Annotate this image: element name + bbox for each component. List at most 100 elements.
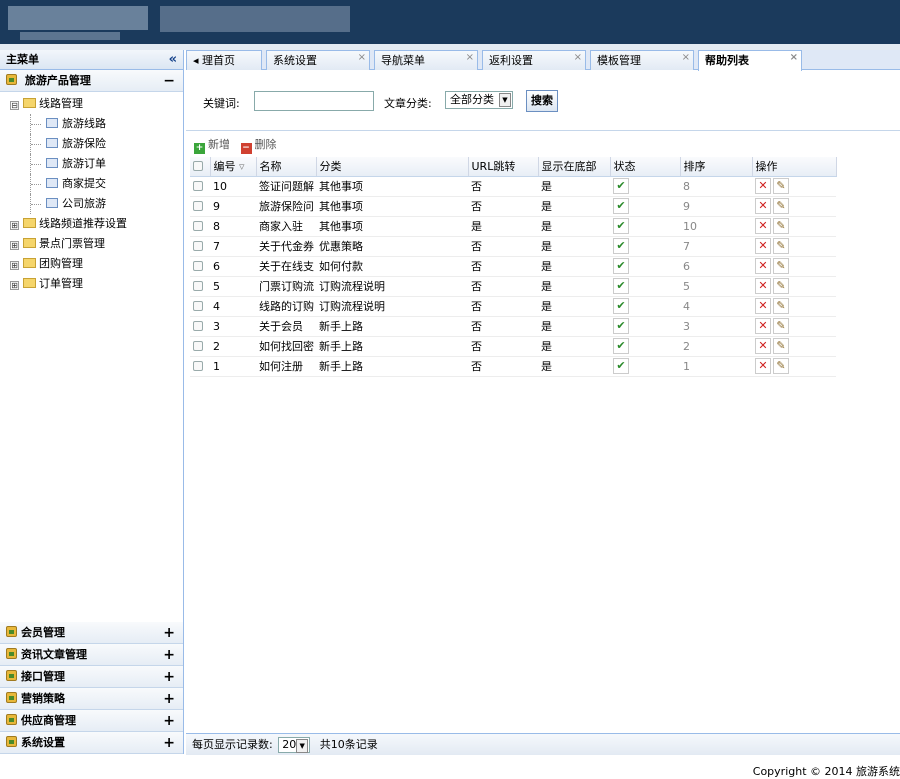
expand-group-icon[interactable]: + — [163, 622, 175, 644]
row-checkbox[interactable] — [190, 336, 210, 357]
row-checkbox[interactable] — [190, 236, 210, 257]
expand-group-icon[interactable]: + — [163, 710, 175, 732]
row-checkbox[interactable] — [190, 176, 210, 197]
status-check-icon[interactable]: ✔ — [613, 338, 629, 354]
expand-toggle-icon[interactable]: ⊟ — [10, 101, 19, 110]
tree-leaf[interactable]: 公司旅游 — [0, 194, 183, 214]
sidebar-group[interactable]: 接口管理 + — [0, 666, 183, 688]
chevron-down-icon[interactable]: ▼ — [296, 739, 309, 753]
edit-icon[interactable]: ✎ — [773, 218, 789, 234]
edit-icon[interactable]: ✎ — [773, 278, 789, 294]
row-checkbox[interactable] — [190, 196, 210, 217]
expand-toggle-icon[interactable]: ⊞ — [10, 261, 19, 270]
add-button[interactable]: + 新增 — [194, 138, 230, 154]
table-row[interactable]: 1 如何注册 新手上路否是 ✔ 1 ✕ ✎ — [190, 356, 836, 377]
col-status[interactable]: 状态 — [610, 157, 681, 177]
close-icon[interactable]: × — [358, 48, 366, 67]
expand-group-icon[interactable]: + — [163, 644, 175, 666]
delete-icon[interactable]: ✕ — [755, 298, 771, 314]
sidebar-group[interactable]: 会员管理 + — [0, 622, 183, 644]
tab-0[interactable]: ◂ 理首页 — [186, 50, 262, 70]
delete-icon[interactable]: ✕ — [755, 218, 771, 234]
tab-4[interactable]: 模板管理 × — [590, 50, 694, 70]
status-check-icon[interactable]: ✔ — [613, 318, 629, 334]
sidebar-group[interactable]: 系统设置 + — [0, 732, 183, 754]
tab-5[interactable]: 帮助列表 × — [698, 50, 802, 71]
status-check-icon[interactable]: ✔ — [613, 358, 629, 374]
tree-leaf[interactable]: 旅游线路 — [0, 114, 183, 134]
tab-1[interactable]: 系统设置 × — [266, 50, 370, 70]
sidebar-group[interactable]: 资讯文章管理 + — [0, 644, 183, 666]
delete-icon[interactable]: ✕ — [755, 238, 771, 254]
collapse-group-icon[interactable]: − — [163, 70, 175, 92]
tree-node[interactable]: ⊞ 团购管理 — [0, 254, 183, 274]
tree-node[interactable]: ⊞ 景点门票管理 — [0, 234, 183, 254]
close-icon[interactable]: × — [466, 48, 474, 67]
row-checkbox[interactable] — [190, 296, 210, 317]
table-row[interactable]: 8 商家入驻 其他事项是是 ✔ 10 ✕ ✎ — [190, 216, 836, 237]
expand-group-icon[interactable]: + — [163, 666, 175, 688]
expand-toggle-icon[interactable]: ⊞ — [10, 241, 19, 250]
tab-3[interactable]: 返利设置 × — [482, 50, 586, 70]
status-check-icon[interactable]: ✔ — [613, 258, 629, 274]
table-row[interactable]: 7 关于代金券 优惠策略否是 ✔ 7 ✕ ✎ — [190, 236, 836, 257]
select-all-checkbox[interactable] — [190, 157, 211, 177]
status-check-icon[interactable]: ✔ — [613, 218, 629, 234]
col-sort[interactable]: 排序 — [680, 157, 753, 177]
table-row[interactable]: 9 旅游保险问 其他事项否是 ✔ 9 ✕ ✎ — [190, 196, 836, 217]
delete-icon[interactable]: ✕ — [755, 198, 771, 214]
delete-icon[interactable]: ✕ — [755, 178, 771, 194]
expand-toggle-icon[interactable]: ⊞ — [10, 221, 19, 230]
table-row[interactable]: 4 线路的订购 订购流程说明否是 ✔ 4 ✕ ✎ — [190, 296, 836, 317]
sidebar-group[interactable]: 供应商管理 + — [0, 710, 183, 732]
close-icon[interactable]: × — [682, 48, 690, 67]
status-check-icon[interactable]: ✔ — [613, 238, 629, 254]
table-row[interactable]: 10 签证问题解 其他事项否是 ✔ 8 ✕ ✎ — [190, 176, 836, 197]
tree-leaf[interactable]: 旅游订单 — [0, 154, 183, 174]
edit-icon[interactable]: ✎ — [773, 338, 789, 354]
edit-icon[interactable]: ✎ — [773, 298, 789, 314]
delete-icon[interactable]: ✕ — [755, 258, 771, 274]
col-bottom[interactable]: 显示在底部 — [538, 157, 611, 177]
delete-icon[interactable]: ✕ — [755, 358, 771, 374]
col-name[interactable]: 名称 — [256, 157, 317, 177]
col-category[interactable]: 分类 — [316, 157, 469, 177]
col-url[interactable]: URL跳转 — [468, 157, 539, 177]
table-row[interactable]: 3 关于会员 新手上路否是 ✔ 3 ✕ ✎ — [190, 316, 836, 337]
close-icon[interactable]: × — [574, 48, 582, 67]
col-id[interactable]: 编号 ▿ — [210, 157, 257, 177]
chevron-down-icon[interactable]: ▼ — [499, 93, 511, 107]
delete-button[interactable]: − 删除 — [240, 138, 277, 154]
row-checkbox[interactable] — [190, 356, 210, 377]
table-row[interactable]: 5 门票订购流 订购流程说明否是 ✔ 5 ✕ ✎ — [190, 276, 836, 297]
table-row[interactable]: 2 如何找回密 新手上路否是 ✔ 2 ✕ ✎ — [190, 336, 836, 357]
row-checkbox[interactable] — [190, 256, 210, 277]
close-icon[interactable]: × — [790, 48, 798, 67]
delete-icon[interactable]: ✕ — [755, 338, 771, 354]
tree-leaf[interactable]: 旅游保险 — [0, 134, 183, 154]
page-size-select[interactable]: 20 ▼ — [278, 737, 311, 753]
tab-2[interactable]: 导航菜单 × — [374, 50, 478, 70]
status-check-icon[interactable]: ✔ — [613, 278, 629, 294]
expand-group-icon[interactable]: + — [163, 688, 175, 710]
edit-icon[interactable]: ✎ — [773, 258, 789, 274]
tree-leaf[interactable]: 商家提交 — [0, 174, 183, 194]
tree-node[interactable]: ⊟ 线路管理 — [0, 94, 183, 114]
status-check-icon[interactable]: ✔ — [613, 198, 629, 214]
edit-icon[interactable]: ✎ — [773, 358, 789, 374]
tree-node[interactable]: ⊞ 订单管理 — [0, 274, 183, 294]
category-select[interactable]: 全部分类 ▼ — [445, 91, 513, 109]
row-checkbox[interactable] — [190, 216, 210, 237]
row-checkbox[interactable] — [190, 276, 210, 297]
edit-icon[interactable]: ✎ — [773, 198, 789, 214]
sidebar-group[interactable]: 营销策略 + — [0, 688, 183, 710]
edit-icon[interactable]: ✎ — [773, 318, 789, 334]
expand-group-icon[interactable]: + — [163, 732, 175, 754]
group-tourism-products[interactable]: 旅游产品管理 − — [0, 70, 183, 92]
edit-icon[interactable]: ✎ — [773, 178, 789, 194]
keyword-input[interactable] — [254, 91, 374, 111]
status-check-icon[interactable]: ✔ — [613, 298, 629, 314]
row-checkbox[interactable] — [190, 316, 210, 337]
status-check-icon[interactable]: ✔ — [613, 178, 629, 194]
delete-icon[interactable]: ✕ — [755, 318, 771, 334]
